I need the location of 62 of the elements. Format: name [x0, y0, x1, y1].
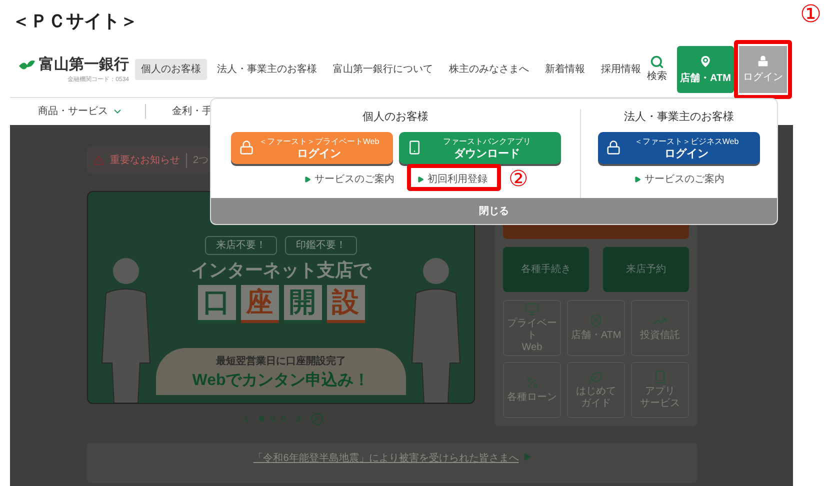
banner-headline: インターネット支店で	[191, 259, 371, 281]
login-option-button[interactable]: ＜ファースト＞ビジネスWeb ログイン	[598, 132, 760, 164]
nav-link[interactable]: 採用情報	[595, 59, 647, 80]
search-icon	[650, 55, 664, 69]
login-button[interactable]: ログイン	[739, 46, 787, 93]
quick-menu-tile[interactable]: 店舗・ATM	[567, 300, 625, 356]
play-arrow-icon	[522, 453, 531, 461]
nav-link[interactable]: 株主のみなさまへ	[443, 59, 535, 80]
headline-tile: 設	[326, 285, 364, 323]
quick-menu-tile[interactable]: はじめて ガイド	[567, 362, 625, 418]
phone-icon	[406, 140, 422, 155]
leaf-logo-icon	[18, 58, 36, 72]
login-option-button[interactable]: ＜ファースト＞プライベートWeb ログイン	[230, 132, 392, 164]
quick-action-button[interactable]: 来店予約	[603, 247, 689, 292]
annotation-number: ①	[800, 2, 822, 28]
quick-action-button[interactable]: 各種手続き	[503, 247, 589, 292]
menu-link[interactable]: サービスのご案内	[634, 172, 724, 186]
menu-link[interactable]: 初回利用登録	[416, 172, 488, 186]
pause-icon	[314, 416, 320, 422]
headline-tile: 口	[198, 285, 236, 323]
play-arrow-icon	[634, 176, 640, 182]
nav-link[interactable]: 新着情報	[539, 59, 591, 80]
lock-icon	[756, 54, 770, 68]
feature-badge: 来店不要！	[205, 236, 277, 255]
headline-tile: 開	[284, 285, 322, 323]
quick-menu-tile[interactable]: 投資信託	[631, 300, 689, 356]
disaster-notice-link[interactable]: 「令和6年能登半島地震」により被害を受けられた皆さまへ	[253, 451, 519, 466]
section-title: 個人のお客様	[362, 110, 428, 125]
nav-link[interactable]: 個人のお客様	[135, 59, 207, 80]
pause-button[interactable]	[310, 412, 322, 424]
nav-link[interactable]: 富山第一銀行について	[327, 59, 439, 80]
notice-text: 2つ	[193, 154, 209, 168]
quick-menu-tile[interactable]: プライベート Web	[503, 300, 561, 356]
section-title: 法人・事業主のお客様	[624, 110, 734, 125]
bank-logo-text[interactable]: 富山第一銀行	[39, 54, 129, 76]
headline-tile: 座	[240, 285, 278, 323]
map-pin-icon	[698, 54, 713, 68]
store-atm-button[interactable]: 店舗・ATM	[677, 46, 734, 93]
percent-icon	[525, 376, 539, 390]
play-arrow-icon	[416, 176, 424, 182]
products-menu-button[interactable]: 商品・サービス	[38, 104, 146, 119]
quick-menu-tile[interactable]: 各種ローン	[503, 362, 561, 418]
notice-label: 重要なお知らせ	[110, 152, 187, 168]
banner-subline: 最短翌営業日に口座開設完了	[216, 354, 346, 369]
monitor-icon	[525, 302, 539, 316]
feature-badge: 印鑑不要！	[285, 236, 357, 255]
annotation-number: ②	[508, 168, 528, 190]
lock-icon	[606, 140, 621, 155]
search-button[interactable]: 検索	[647, 55, 667, 84]
nav-link[interactable]: 法人・事業主のお客様	[211, 59, 323, 80]
warning-icon	[93, 154, 104, 166]
leaf-icon	[589, 370, 603, 384]
close-bar-button[interactable]: 閉じる	[211, 198, 777, 224]
quick-menu-tile[interactable]: アプリ サービス	[631, 362, 689, 418]
banner-cta-text: Webでカンタン申込み！	[192, 370, 370, 391]
login-option-button[interactable]: ファーストバンクアプリ ダウンロード	[398, 132, 560, 164]
lock-icon	[238, 140, 254, 155]
phone-icon	[653, 370, 667, 384]
menu-link[interactable]: サービスのご案内	[304, 172, 394, 186]
play-arrow-icon	[304, 176, 310, 182]
pin-icon	[589, 314, 603, 328]
page-label: ＜ＰＣサイト＞	[12, 11, 138, 31]
